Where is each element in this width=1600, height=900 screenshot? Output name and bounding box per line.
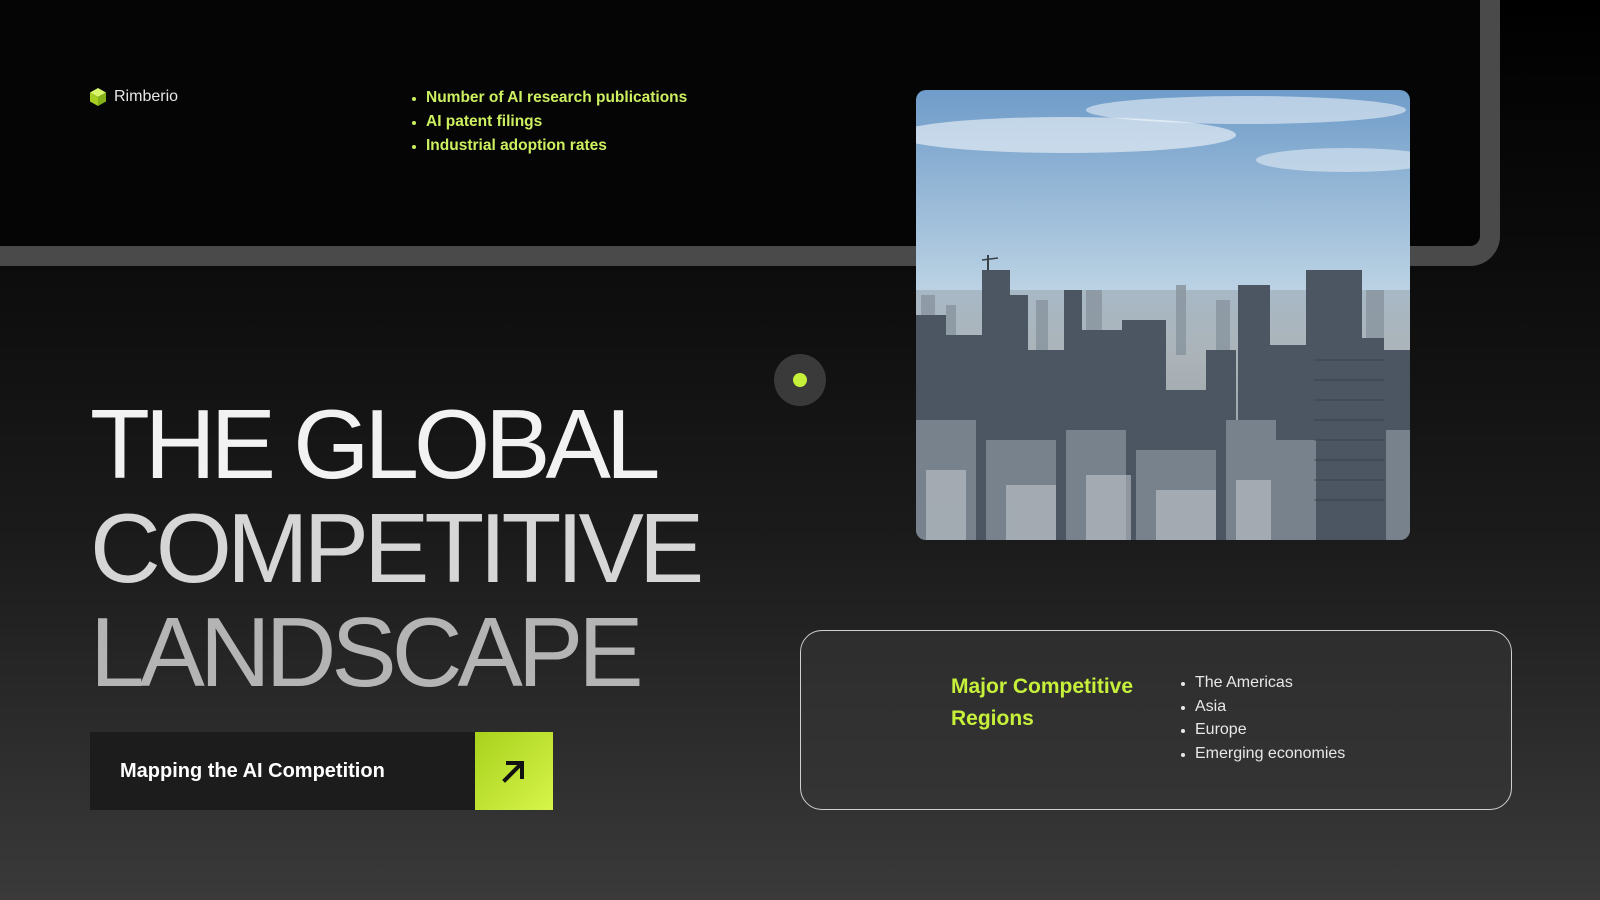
brand-logo: Rimberio	[90, 88, 178, 106]
cta-label: Mapping the AI Competition	[90, 732, 475, 810]
list-item: Europe	[1181, 718, 1345, 742]
arrow-up-right-icon	[502, 761, 524, 783]
city-skyline-photo	[916, 90, 1410, 540]
arrow-button[interactable]	[475, 732, 553, 810]
list-item: Emerging economies	[1181, 742, 1345, 766]
dot-marker	[774, 354, 826, 406]
list-item: The Americas	[1181, 671, 1345, 695]
title-line: LANDSCAPE	[90, 597, 644, 707]
metrics-item: Industrial adoption rates	[412, 134, 687, 158]
title-line: COMPETITIVE	[90, 493, 704, 603]
regions-list: The Americas Asia Europe Emerging econom…	[1181, 671, 1345, 765]
metrics-item: Number of AI research publications	[412, 86, 687, 110]
metrics-list: Number of AI research publications AI pa…	[412, 86, 687, 158]
regions-card: Major Competitive Regions The Americas A…	[800, 630, 1512, 810]
regions-title: Major Competitive Regions	[951, 675, 1134, 730]
accent-dot	[793, 373, 807, 387]
page-title: THE GLOBAL COMPETITIVE LANDSCAPE	[90, 389, 704, 707]
metrics-item: AI patent filings	[412, 110, 687, 134]
cta-button[interactable]: Mapping the AI Competition	[90, 732, 553, 810]
list-item: Asia	[1181, 695, 1345, 719]
title-line: THE GLOBAL	[90, 389, 660, 499]
brand-name: Rimberio	[114, 88, 179, 105]
cube-icon	[90, 88, 106, 106]
